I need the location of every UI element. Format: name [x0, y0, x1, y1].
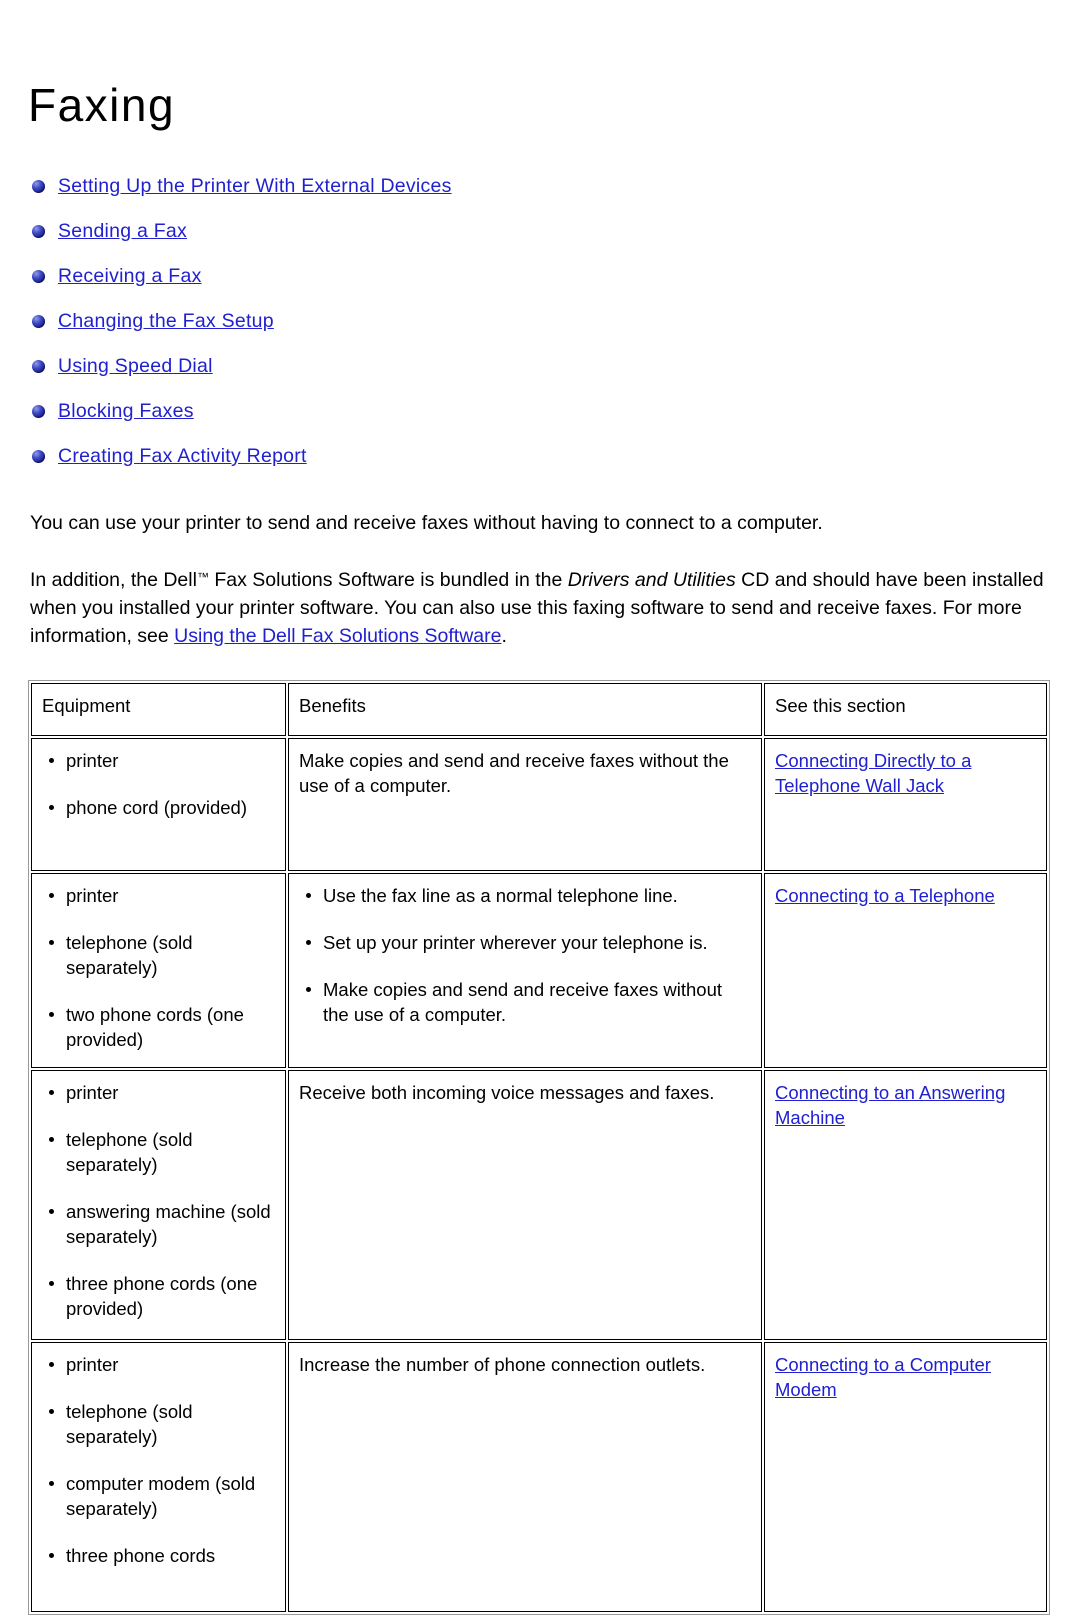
section-link[interactable]: Connecting to a Telephone	[775, 885, 995, 906]
cell-equipment: printer telephone (sold separately) answ…	[31, 1070, 286, 1340]
column-header-equipment: Equipment	[31, 683, 286, 736]
toc-item-receiving-a-fax[interactable]: Receiving a Fax	[32, 254, 1080, 299]
cell-equipment: printer phone cord (provided)	[31, 738, 286, 871]
software-paragraph: In addition, the Dell™ Fax Solutions Sof…	[0, 537, 1080, 650]
list-item: computer modem (sold separately)	[42, 1471, 275, 1521]
equipment-list: printer phone cord (provided)	[42, 748, 275, 820]
inline-link-dell-fax-solutions-software[interactable]: Using the Dell Fax Solutions Software	[174, 625, 501, 647]
section-link[interactable]: Connecting Directly to a Telephone Wall …	[775, 750, 971, 796]
cell-see-this-section: Connecting to an Answering Machine	[764, 1070, 1047, 1340]
section-link[interactable]: Connecting to a Computer Modem	[775, 1354, 991, 1400]
cell-see-this-section: Connecting Directly to a Telephone Wall …	[764, 738, 1047, 871]
benefit-text: Increase the number of phone connection …	[299, 1354, 706, 1375]
document-page: Faxing Setting Up the Printer With Exter…	[0, 0, 1080, 1615]
benefits-list: Use the fax line as a normal telephone l…	[299, 883, 751, 1027]
toc-item-using-speed-dial[interactable]: Using Speed Dial	[32, 344, 1080, 389]
page-title: Faxing	[28, 79, 176, 131]
cell-equipment: printer telephone (sold separately) two …	[31, 873, 286, 1068]
table-row: printer telephone (sold separately) answ…	[31, 1070, 1047, 1340]
toc-link-label[interactable]: Setting Up the Printer With External Dev…	[58, 175, 452, 198]
blue-sphere-bullet-icon	[32, 360, 45, 373]
cell-benefits: Make copies and send and receive faxes w…	[288, 738, 762, 871]
list-item: Make copies and send and receive faxes w…	[299, 977, 751, 1027]
cell-benefits: Increase the number of phone connection …	[288, 1342, 762, 1612]
intro-paragraph: You can use your printer to send and rec…	[30, 512, 823, 534]
toc-item-blocking-faxes[interactable]: Blocking Faxes	[32, 389, 1080, 434]
blue-sphere-bullet-icon	[32, 405, 45, 418]
toc-item-creating-fax-activity-report[interactable]: Creating Fax Activity Report	[32, 434, 1080, 479]
column-header-see-this-section: See this section	[764, 683, 1047, 736]
trademark-icon: ™	[196, 570, 209, 584]
list-item: printer	[42, 748, 275, 773]
equipment-list: printer telephone (sold separately) two …	[42, 883, 275, 1052]
column-header-benefits: Benefits	[288, 683, 762, 736]
cell-see-this-section: Connecting to a Computer Modem	[764, 1342, 1047, 1612]
toc-link-label[interactable]: Blocking Faxes	[58, 400, 194, 423]
list-item: two phone cords (one provided)	[42, 1002, 275, 1052]
table-row: printer telephone (sold separately) two …	[31, 873, 1047, 1068]
equipment-benefits-table: Equipment Benefits See this section prin…	[28, 680, 1050, 1615]
cell-equipment: printer telephone (sold separately) comp…	[31, 1342, 286, 1612]
list-item: printer	[42, 883, 275, 908]
equipment-list: printer telephone (sold separately) comp…	[42, 1352, 275, 1568]
cell-benefits: Use the fax line as a normal telephone l…	[288, 873, 762, 1068]
toc-item-setting-up-printer[interactable]: Setting Up the Printer With External Dev…	[32, 164, 1080, 209]
paragraph-text-part: Fax Solutions Software is bundled in the	[208, 569, 568, 591]
benefit-text: Receive both incoming voice messages and…	[299, 1082, 715, 1103]
list-item: three phone cords	[42, 1543, 275, 1568]
list-item: telephone (sold separately)	[42, 1127, 275, 1177]
toc-link-label[interactable]: Sending a Fax	[58, 220, 187, 243]
blue-sphere-bullet-icon	[32, 270, 45, 283]
cd-title-italic: Drivers and Utilities	[567, 569, 736, 591]
list-item: answering machine (sold separately)	[42, 1199, 275, 1249]
toc-item-changing-the-fax-setup[interactable]: Changing the Fax Setup	[32, 299, 1080, 344]
toc-link-label[interactable]: Receiving a Fax	[58, 265, 202, 288]
section-link[interactable]: Connecting to an Answering Machine	[775, 1082, 1005, 1128]
list-item: phone cord (provided)	[42, 795, 275, 820]
list-item: printer	[42, 1352, 275, 1377]
cell-benefits: Receive both incoming voice messages and…	[288, 1070, 762, 1340]
toc-item-sending-a-fax[interactable]: Sending a Fax	[32, 209, 1080, 254]
blue-sphere-bullet-icon	[32, 225, 45, 238]
paragraph-text-part: .	[501, 625, 507, 647]
table-row: printer phone cord (provided) Make copie…	[31, 738, 1047, 871]
equipment-list: printer telephone (sold separately) answ…	[42, 1080, 275, 1321]
table-row: printer telephone (sold separately) comp…	[31, 1342, 1047, 1612]
toc-link-label[interactable]: Using Speed Dial	[58, 355, 213, 378]
cell-see-this-section: Connecting to a Telephone	[764, 873, 1047, 1068]
list-item: printer	[42, 1080, 275, 1105]
equipment-table-wrapper: Equipment Benefits See this section prin…	[0, 650, 1080, 1615]
benefit-text: Make copies and send and receive faxes w…	[299, 750, 729, 796]
list-item: telephone (sold separately)	[42, 1399, 275, 1449]
toc-link-label[interactable]: Creating Fax Activity Report	[58, 445, 307, 468]
list-item: three phone cords (one provided)	[42, 1271, 275, 1321]
list-item: telephone (sold separately)	[42, 930, 275, 980]
paragraph-text-part: In addition, the Dell	[30, 569, 197, 591]
table-of-contents-list: Setting Up the Printer With External Dev…	[0, 128, 1080, 479]
table-header-row: Equipment Benefits See this section	[31, 683, 1047, 736]
toc-link-label[interactable]: Changing the Fax Setup	[58, 310, 274, 333]
list-item: Set up your printer wherever your teleph…	[299, 930, 751, 955]
blue-sphere-bullet-icon	[32, 180, 45, 193]
list-item: Use the fax line as a normal telephone l…	[299, 883, 751, 908]
blue-sphere-bullet-icon	[32, 315, 45, 328]
blue-sphere-bullet-icon	[32, 450, 45, 463]
